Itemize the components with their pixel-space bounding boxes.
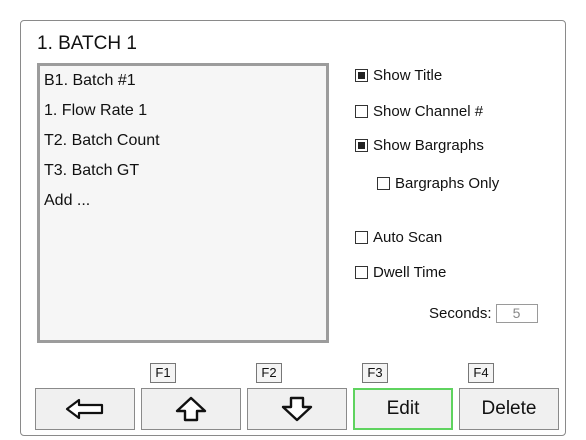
- f4-key-label: F4: [468, 363, 494, 383]
- show-bargraphs-checkbox[interactable]: [355, 139, 368, 152]
- list-item[interactable]: T2. Batch Count: [40, 126, 326, 156]
- dwell-time-label: Dwell Time: [373, 264, 447, 281]
- auto-scan-label: Auto Scan: [373, 229, 443, 246]
- move-up-button[interactable]: [141, 388, 241, 430]
- list-item-add[interactable]: Add ...: [40, 186, 326, 216]
- down-arrow-icon: [280, 396, 314, 422]
- show-channel-label: Show Channel #: [373, 103, 484, 120]
- seconds-input[interactable]: 5: [495, 304, 538, 323]
- show-title-option[interactable]: Show Title: [355, 67, 442, 84]
- seconds-label: Seconds:: [429, 305, 492, 322]
- bargraphs-only-checkbox[interactable]: [377, 177, 390, 190]
- f1-key-label: F1: [150, 363, 176, 383]
- show-channel-option[interactable]: Show Channel #: [355, 103, 483, 120]
- show-channel-checkbox[interactable]: [355, 105, 368, 118]
- display-screen: 1. BATCH 1 B1. Batch #1 1. Flow Rate 1 T…: [20, 20, 566, 436]
- auto-scan-option[interactable]: Auto Scan: [355, 229, 442, 246]
- page-title: 1. BATCH 1: [37, 33, 137, 54]
- dwell-time-option[interactable]: Dwell Time: [355, 264, 446, 281]
- bargraphs-only-label: Bargraphs Only: [395, 175, 500, 192]
- list-item[interactable]: B1. Batch #1: [40, 66, 326, 96]
- move-down-button[interactable]: [247, 388, 347, 430]
- list-item[interactable]: T3. Batch GT: [40, 156, 326, 186]
- list-item[interactable]: 1. Flow Rate 1: [40, 96, 326, 126]
- seconds-field: Seconds: 5: [429, 304, 538, 323]
- bargraphs-only-option[interactable]: Bargraphs Only: [377, 175, 499, 192]
- show-title-checkbox[interactable]: [355, 69, 368, 82]
- f3-key-label: F3: [362, 363, 388, 383]
- delete-button[interactable]: Delete: [459, 388, 559, 430]
- show-bargraphs-option[interactable]: Show Bargraphs: [355, 137, 484, 154]
- show-bargraphs-label: Show Bargraphs: [373, 137, 484, 154]
- auto-scan-checkbox[interactable]: [355, 231, 368, 244]
- show-title-label: Show Title: [373, 67, 443, 84]
- f2-key-label: F2: [256, 363, 282, 383]
- back-button[interactable]: [35, 388, 135, 430]
- edit-button[interactable]: Edit: [353, 388, 453, 430]
- left-arrow-icon: [65, 398, 105, 420]
- dwell-time-checkbox[interactable]: [355, 266, 368, 279]
- up-arrow-icon: [174, 396, 208, 422]
- channel-list[interactable]: B1. Batch #1 1. Flow Rate 1 T2. Batch Co…: [37, 63, 329, 343]
